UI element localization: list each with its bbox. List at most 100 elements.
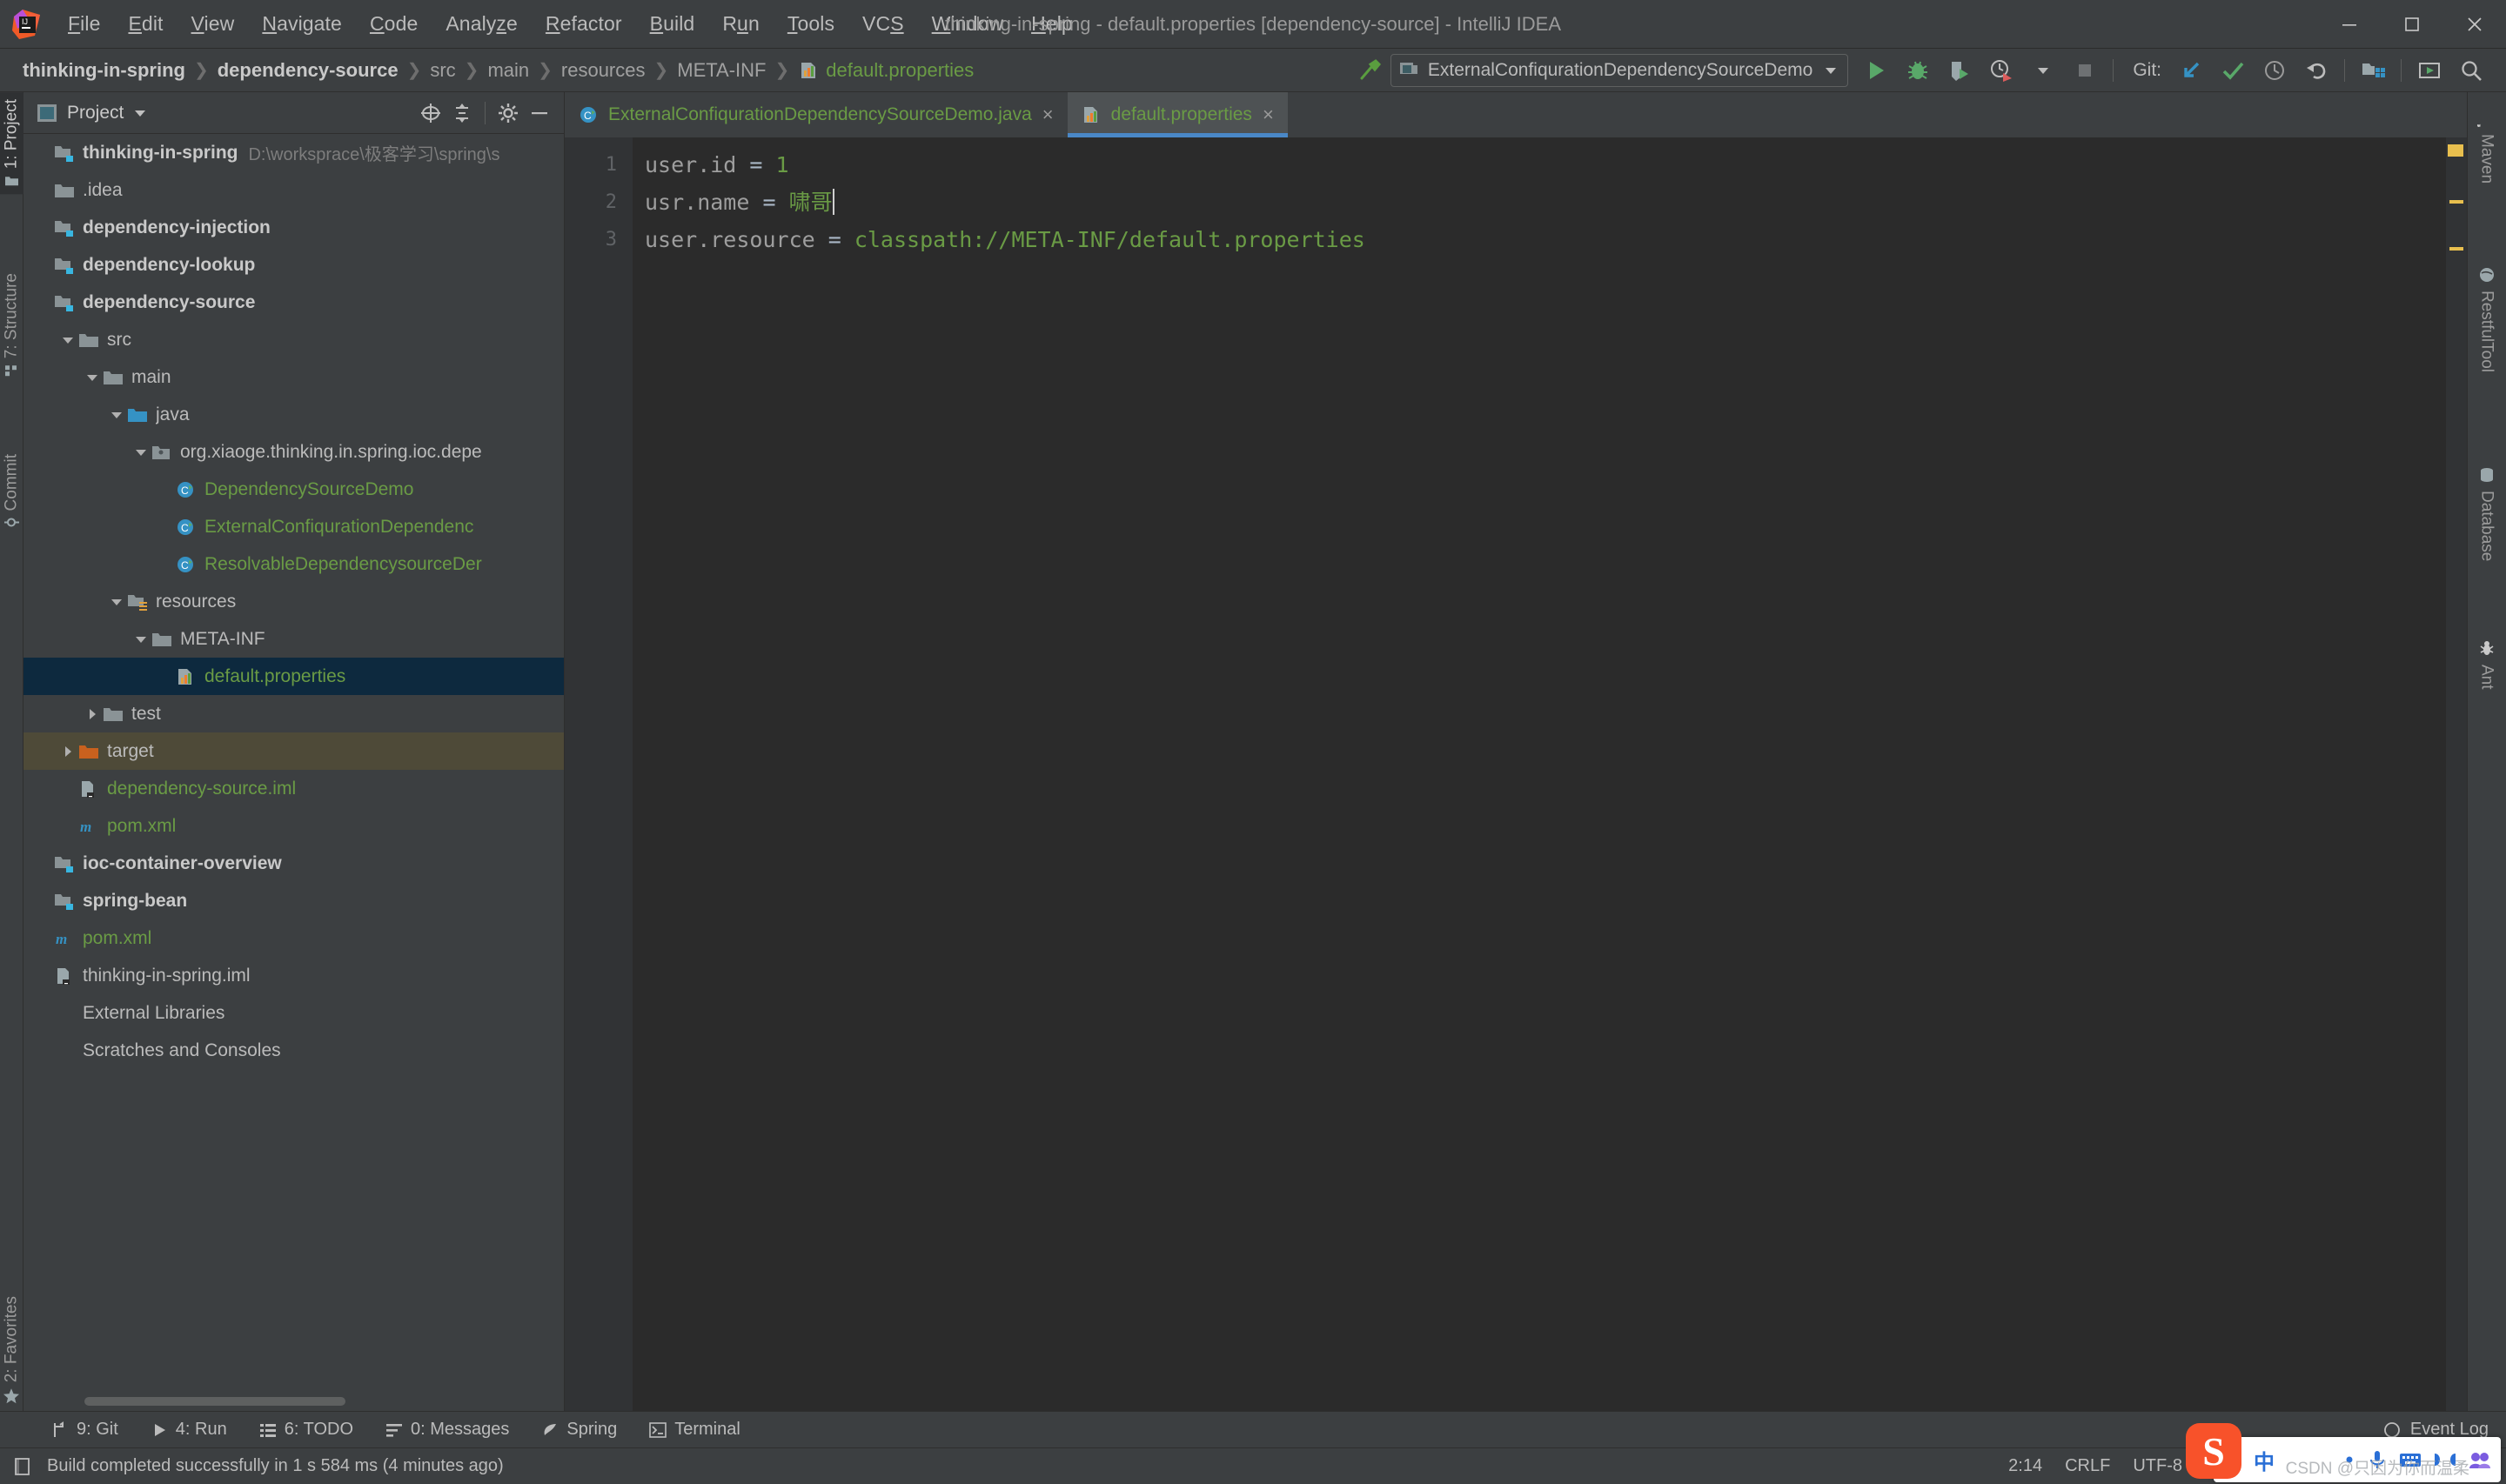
code-text[interactable]: user.id = 1 usr.name = 啸哥 user.resource = … (633, 137, 2467, 1411)
sidebar-item-structure[interactable]: 7: Structure (0, 266, 23, 384)
tree-node-pom-xml[interactable]: m pom.xml (23, 807, 564, 845)
debug-icon[interactable] (1897, 51, 1939, 90)
menu-item-navigate[interactable]: Navigate (248, 8, 356, 40)
tree-node-dependency-source[interactable]: dependency-source (23, 284, 564, 321)
breadcrumb-item-src[interactable]: src (430, 59, 455, 82)
chevron-down-icon[interactable] (107, 592, 126, 612)
panel-icon[interactable] (2468, 1449, 2492, 1470)
sidebar-item-restfultool[interactable]: RestfulTool (2467, 257, 2506, 381)
tree-node-pom-xml[interactable]: m pom.xml (23, 919, 564, 957)
breadcrumb-item-default-properties[interactable]: default.properties (798, 59, 974, 82)
breadcrumb-item-main[interactable]: main (487, 59, 529, 82)
tree-node-thinking-in-spring-iml[interactable]: thinking-in-spring.iml (23, 957, 564, 994)
warning-marker-line3[interactable] (2449, 247, 2463, 251)
build-hammer-icon[interactable] (1349, 51, 1390, 90)
sidebar-item-maven[interactable]: m Maven (2467, 101, 2506, 192)
file-encoding[interactable]: UTF-8 (2133, 1456, 2182, 1476)
tree-node-resources[interactable]: resources (23, 583, 564, 620)
tree-node-external-libraries[interactable]: External Libraries (23, 994, 564, 1032)
caret-position[interactable]: 2:14 (2008, 1456, 2042, 1476)
microphone-icon[interactable] (2367, 1448, 2388, 1471)
tree-node-target[interactable]: target (23, 732, 564, 770)
menu-item-edit[interactable]: Edit (114, 8, 177, 40)
project-tree-hscrollbar[interactable] (23, 1392, 564, 1411)
chevron-right-icon[interactable] (58, 742, 77, 761)
chevron-down-icon[interactable] (132, 107, 148, 119)
run-with-coverage-icon[interactable] (1939, 51, 1980, 90)
tree-node-dependencysourcedemo[interactable]: C DependencySourceDemo (23, 471, 564, 508)
menu-item-refactor[interactable]: Refactor (532, 8, 636, 40)
sidebar-item-project[interactable]: 1: Project (0, 92, 23, 195)
code-line[interactable]: usr.name = 啸哥 (633, 184, 2467, 221)
collapse-all-icon[interactable] (446, 98, 478, 128)
toolwindow-todo[interactable]: 6: TODO (243, 1420, 369, 1440)
tree-node-meta-inf[interactable]: META-INF (23, 620, 564, 658)
dot-icon[interactable] (2342, 1453, 2356, 1467)
toolwindow-messages[interactable]: 0: Messages (369, 1420, 525, 1440)
run-configuration-selector[interactable]: ExternalConfiqurationDependencySourceDem… (1390, 53, 1849, 87)
editor-content[interactable]: 123 user.id = 1 usr.name = 啸哥 user.resourc… (565, 137, 2467, 1411)
project-structure-icon[interactable] (2352, 51, 2394, 90)
tree-node-java[interactable]: java (23, 396, 564, 433)
editor-tab-default-properties[interactable]: default.properties × (1067, 92, 1288, 137)
keyboard-icon[interactable] (2398, 1449, 2422, 1470)
chevron-down-icon[interactable] (131, 630, 151, 649)
chevron-down-icon[interactable] (107, 405, 126, 424)
tree-node-dependency-lookup[interactable]: dependency-lookup (23, 246, 564, 284)
tree-node-org-xiaoge-thinking-in-spring-ioc-depe[interactable]: org.xiaoge.thinking.in.spring.ioc.depe (23, 433, 564, 471)
sidebar-item-commit[interactable]: Commit (0, 447, 23, 536)
breadcrumb-item-resources[interactable]: resources (561, 59, 646, 82)
tree-node-thinking-in-spring[interactable]: thinking-in-spring D:\worksprace\极客学习\spr… (23, 134, 564, 171)
menu-item-code[interactable]: Code (356, 8, 432, 40)
warning-marker-line2[interactable] (2449, 200, 2463, 204)
tree-node--idea[interactable]: .idea (23, 171, 564, 209)
tree-node-resolvabledependencysourceder[interactable]: C ResolvableDependencysourceDer (23, 545, 564, 583)
hide-panel-icon[interactable] (524, 98, 555, 128)
ime-toolbar[interactable]: S 中 (2186, 1423, 2501, 1482)
menu-item-window[interactable]: Window (918, 8, 1017, 40)
sogou-ime-logo-icon[interactable]: S (2186, 1423, 2241, 1479)
editor-marker-bar[interactable] (2446, 137, 2467, 1411)
profile-dropdown-icon[interactable] (2022, 51, 2064, 90)
git-rollback-icon[interactable] (2295, 51, 2337, 90)
menu-item-tools[interactable]: Tools (774, 8, 848, 40)
toolwindow-run[interactable]: 4: Run (134, 1420, 243, 1440)
menu-item-vcs[interactable]: VCS (848, 8, 918, 40)
minimize-button[interactable] (2318, 0, 2381, 49)
toolwindow-spring[interactable]: Spring (525, 1420, 633, 1440)
run-icon[interactable] (1855, 51, 1897, 90)
maximize-button[interactable] (2381, 0, 2443, 49)
ime-mode-label[interactable]: 中 (2254, 1445, 2275, 1475)
menu-item-build[interactable]: Build (636, 8, 709, 40)
menu-item-run[interactable]: Run (708, 8, 774, 40)
tree-node-dependency-injection[interactable]: dependency-injection (23, 209, 564, 246)
chevron-down-icon[interactable] (83, 368, 102, 387)
menu-item-view[interactable]: View (178, 8, 249, 40)
tree-node-ioc-container-overview[interactable]: ioc-container-overview (23, 845, 564, 882)
tree-node-scratches-and-consoles[interactable]: Scratches and Consoles (23, 1032, 564, 1069)
code-line[interactable]: user.id = 1 (633, 146, 2467, 184)
git-commit-icon[interactable] (2212, 51, 2254, 90)
breadcrumb-item-meta-inf[interactable]: META-INF (677, 59, 766, 82)
tree-node-externalconfiqurationdependenc[interactable]: C ExternalConfiqurationDependenc (23, 508, 564, 545)
scrollbar-thumb[interactable] (84, 1397, 345, 1406)
close-button[interactable] (2443, 0, 2506, 49)
tree-node-dependency-source-iml[interactable]: dependency-source.iml (23, 770, 564, 807)
chevron-right-icon[interactable] (83, 705, 102, 724)
git-update-icon[interactable] (2170, 51, 2212, 90)
settings-gear-icon[interactable] (492, 98, 524, 128)
close-icon[interactable]: × (1261, 105, 1276, 124)
menu-item-analyze[interactable]: Analyze (432, 8, 532, 40)
breadcrumb-item-dependency-source[interactable]: dependency-source (218, 59, 399, 82)
tree-node-spring-bean[interactable]: spring-bean (23, 882, 564, 919)
tree-node-test[interactable]: test (23, 695, 564, 732)
stop-icon[interactable] (2064, 51, 2106, 90)
sidebar-item-database[interactable]: Database (2467, 458, 2506, 570)
menu-item-help[interactable]: Help (1017, 8, 1087, 40)
breadcrumb-item-thinking-in-spring[interactable]: thinking-in-spring (23, 59, 185, 82)
sidebar-item-favorites[interactable]: 2: Favorites (0, 1289, 23, 1411)
line-separator[interactable]: CRLF (2065, 1456, 2110, 1476)
project-tree[interactable]: thinking-in-spring D:\worksprace\极客学习\spr… (23, 134, 564, 1392)
git-history-icon[interactable] (2254, 51, 2295, 90)
chevron-down-icon[interactable] (131, 443, 151, 462)
